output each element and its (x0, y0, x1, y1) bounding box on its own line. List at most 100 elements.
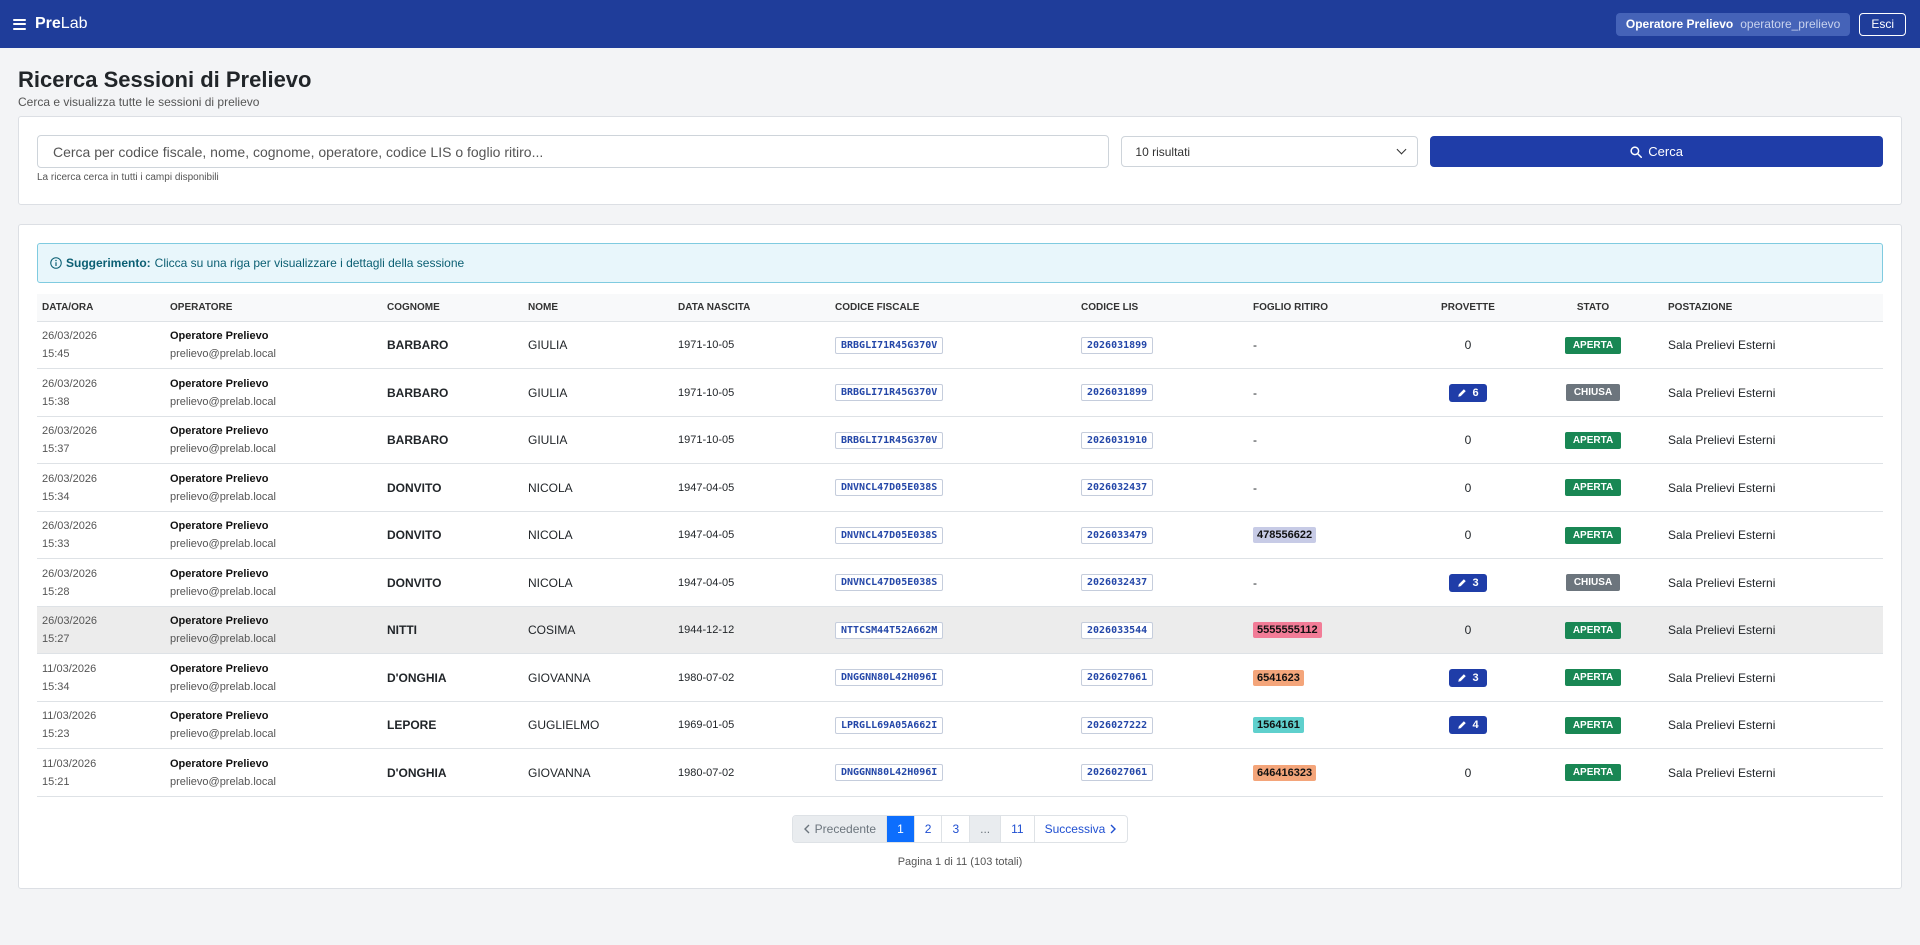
cell-codice-lis: 2026032437 (1076, 558, 1248, 607)
cell-stato: APERTA (1523, 701, 1663, 750)
col-header[interactable]: CODICE LIS (1076, 294, 1248, 322)
status-badge: CHIUSA (1565, 384, 1621, 402)
cell-datetime: 26/03/2026 15:28 (37, 558, 165, 607)
cell-datetime: 26/03/2026 15:34 (37, 463, 165, 512)
codice-lis-code: 2026033479 (1081, 526, 1154, 544)
table-row[interactable]: 11/03/2026 15:21 Operatore Prelievo preliev… (37, 748, 1883, 797)
col-header[interactable]: DATA/ORA (37, 294, 165, 322)
cell-foglio-ritiro: - (1248, 416, 1413, 465)
cell-datetime: 26/03/2026 15:45 (37, 321, 165, 370)
app-brand[interactable]: PreLab (35, 15, 88, 33)
cell-nome: GIULIA (523, 321, 673, 370)
codice-fiscale-code: DNVNCL47D05E038S (835, 526, 944, 544)
cell-codice-fiscale: NTTCSM44T52A662M (830, 606, 1076, 655)
col-header[interactable]: PROVETTE (1413, 294, 1523, 322)
pagination-page[interactable]: 3 (942, 815, 971, 842)
table-row[interactable]: 26/03/2026 15:28 Operatore Prelievo preliev… (37, 558, 1883, 607)
codice-lis-code: 2026031899 (1081, 336, 1154, 354)
pagination-prev[interactable]: Precedente (792, 815, 888, 842)
provette-badge[interactable]: 4 (1449, 716, 1487, 735)
pagination-next[interactable]: Successiva (1035, 816, 1128, 842)
table-row[interactable]: 26/03/2026 15:37 Operatore Prelievo preliev… (37, 416, 1883, 465)
pagination-page[interactable]: 2 (915, 815, 943, 842)
provette-badge[interactable]: 3 (1449, 573, 1487, 592)
col-header[interactable]: COGNOME (382, 294, 523, 322)
chevron-right-icon (1110, 824, 1117, 834)
status-badge: APERTA (1564, 764, 1622, 782)
table-row[interactable]: 11/03/2026 15:34 Operatore Prelievo preliev… (37, 653, 1883, 702)
codice-lis-code: 2026033544 (1081, 621, 1154, 639)
foglio-ritiro-value: - (1253, 480, 1257, 495)
table-row[interactable]: 26/03/2026 15:38 Operatore Prelievo preliev… (37, 368, 1883, 417)
col-header[interactable]: CODICE FISCALE (830, 294, 1076, 322)
codice-lis-code: 2026027061 (1081, 764, 1154, 782)
cell-cognome: D'ONGHIA (382, 748, 523, 797)
results-count-value: 10 risultati (1135, 144, 1191, 159)
col-header[interactable]: DATA NASCITA (673, 294, 830, 322)
search-input[interactable] (37, 135, 1110, 169)
cell-codice-fiscale: BRBGLI71R45G370V (830, 416, 1076, 465)
table-row[interactable]: 26/03/2026 15:34 Operatore Prelievo preliev… (37, 463, 1883, 512)
provette-count: 0 (1464, 338, 1472, 353)
sessions-table: DATA/ORA OPERATORE COGNOME NOME DATA NAS… (37, 294, 1883, 797)
provette-badge[interactable]: 6 (1449, 383, 1487, 402)
cell-operator: Operatore Prelievo prelievo@prelab.local (165, 558, 382, 607)
col-header[interactable]: POSTAZIONE (1663, 294, 1883, 322)
user-badge: Operatore Prelievo operatore_prelievo (1615, 12, 1851, 36)
col-header[interactable]: STATO (1523, 294, 1663, 322)
cell-foglio-ritiro: 5555555112 (1248, 606, 1413, 655)
search-icon (1630, 146, 1643, 158)
cell-stato: APERTA (1523, 606, 1663, 655)
cell-stato: APERTA (1523, 321, 1663, 370)
codice-fiscale-code: NTTCSM44T52A662M (835, 621, 944, 639)
codice-lis-code: 2026031910 (1081, 431, 1154, 449)
codice-fiscale-code: BRBGLI71R45G370V (835, 431, 944, 449)
nav-user-area: Operatore Prelievo operatore_prelievo Es… (1615, 12, 1906, 36)
page-subtitle: Cerca e visualizza tutte le sessioni di … (18, 95, 260, 110)
foglio-ritiro-value: - (1253, 575, 1257, 590)
pagination-page[interactable]: 1 (887, 815, 915, 842)
cell-provette: 0 (1413, 321, 1523, 370)
provette-badge[interactable]: 3 (1449, 668, 1487, 687)
cell-stato: CHIUSA (1523, 368, 1663, 417)
table-row[interactable]: 11/03/2026 15:23 Operatore Prelievo preliev… (37, 701, 1883, 750)
pencil-icon (1458, 578, 1467, 587)
col-header[interactable]: OPERATORE (165, 294, 382, 322)
provette-count: 0 (1464, 433, 1472, 448)
cell-data-nascita: 1971-10-05 (673, 368, 830, 417)
chevron-down-icon (1396, 144, 1407, 155)
search-card: 10 risultati Cerca La ricerca cerca in t… (18, 116, 1902, 206)
search-button-label: Cerca (1648, 144, 1683, 160)
logout-button[interactable]: Esci (1859, 12, 1906, 36)
foglio-ritiro-value: - (1253, 433, 1257, 448)
pagination-page[interactable]: 11 (1001, 815, 1035, 842)
foglio-ritiro-value: 646416323 (1253, 764, 1317, 781)
results-count-select[interactable]: 10 risultati (1121, 136, 1419, 168)
hint-alert: Suggerimento: Clicca su una riga per vis… (37, 243, 1883, 284)
col-header[interactable]: NOME (523, 294, 673, 322)
cell-data-nascita: 1944-12-12 (673, 606, 830, 655)
cell-operator: Operatore Prelievo prelievo@prelab.local (165, 701, 382, 750)
page-header: Ricerca Sessioni di Prelievo Cerca e vis… (0, 48, 1920, 109)
col-header[interactable]: FOGLIO RITIRO (1248, 294, 1413, 322)
table-row[interactable]: 26/03/2026 15:33 Operatore Prelievo preliev… (37, 511, 1883, 560)
cell-provette: 0 (1413, 463, 1523, 512)
search-button[interactable]: Cerca (1430, 136, 1883, 168)
cell-provette: 0 (1413, 511, 1523, 560)
cell-nome: NICOLA (523, 558, 673, 607)
table-row[interactable]: 26/03/2026 15:45 Operatore Prelievo preliev… (37, 321, 1883, 370)
table-row[interactable]: 26/03/2026 15:27 Operatore Prelievo preliev… (37, 606, 1883, 655)
cell-provette: 3 (1413, 558, 1523, 607)
cell-cognome: BARBARO (382, 416, 523, 465)
cell-data-nascita: 1980-07-02 (673, 748, 830, 797)
cell-codice-fiscale: DNVNCL47D05E038S (830, 463, 1076, 512)
cell-stato: APERTA (1523, 511, 1663, 560)
cell-postazione: Sala Prelievi Esterni (1663, 321, 1883, 370)
cell-data-nascita: 1947-04-05 (673, 463, 830, 512)
status-badge: APERTA (1564, 526, 1622, 544)
cell-codice-lis: 2026027061 (1076, 653, 1248, 702)
foglio-ritiro-value: 5555555112 (1253, 622, 1322, 639)
menu-icon[interactable] (13, 18, 26, 30)
codice-fiscale-code: BRBGLI71R45G370V (835, 384, 944, 402)
status-badge: APERTA (1564, 431, 1622, 449)
